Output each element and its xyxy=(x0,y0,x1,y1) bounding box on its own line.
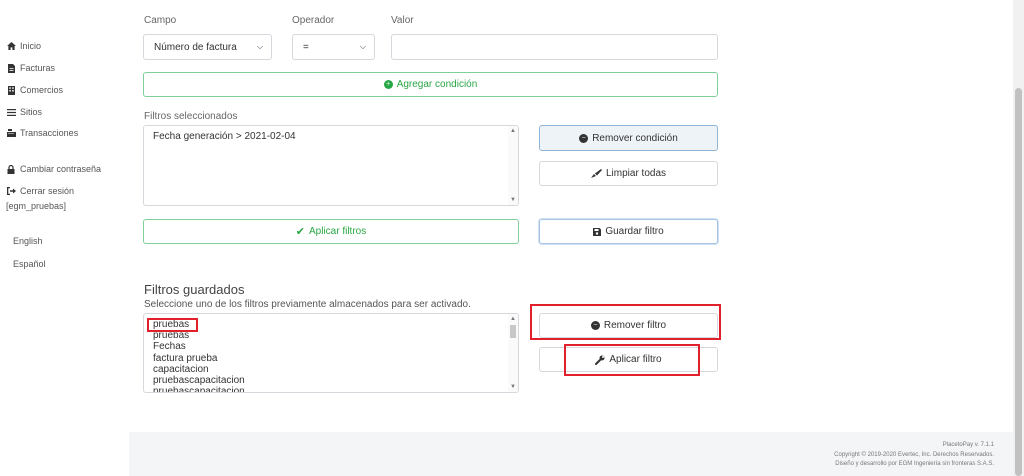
scroll-up-arrow-icon[interactable]: ▲ xyxy=(510,316,516,322)
operator-select[interactable]: = ⌵ xyxy=(292,34,375,60)
plus-circle-icon: + xyxy=(383,80,393,89)
sidebar-item-transacciones[interactable]: Transacciones xyxy=(6,128,78,138)
sidebar-item-cambiar-contrasena[interactable]: Cambiar contraseña xyxy=(6,164,101,174)
sidebar: Inicio Facturas Comercios Sitios Transac… xyxy=(0,0,129,476)
scroll-down-arrow-icon[interactable]: ▼ xyxy=(510,384,516,390)
saved-filters-description: Seleccione uno de los filtros previament… xyxy=(144,299,471,310)
page-scrollbar[interactable] xyxy=(1013,0,1024,476)
list-item[interactable]: Fecha generación > 2021-02-04 xyxy=(144,126,518,142)
field-select[interactable]: Número de factura ⌵ xyxy=(143,34,272,60)
sidebar-item-label: Sitios xyxy=(20,107,43,117)
operator-label: Operador xyxy=(292,15,335,26)
value-label: Valor xyxy=(391,15,414,26)
highlight-box-apply-filter xyxy=(564,344,700,376)
lock-icon xyxy=(6,164,16,174)
save-filter-button[interactable]: Guardar filtro xyxy=(539,219,718,244)
home-icon xyxy=(6,42,16,50)
sidebar-item-label: Comercios xyxy=(20,85,64,95)
list-item[interactable]: pruebascapacitacion xyxy=(144,375,518,386)
operator-select-value: = xyxy=(303,41,309,53)
language-english-link[interactable]: English xyxy=(13,236,43,246)
scroll-thumb[interactable] xyxy=(510,325,516,338)
sidebar-item-label: Facturas xyxy=(20,63,56,73)
chevron-down-icon: ⌵ xyxy=(359,42,366,51)
chevron-down-icon: ⌵ xyxy=(256,42,263,51)
sidebar-item-label: Transacciones xyxy=(20,128,79,138)
list-item[interactable]: pruebas xyxy=(144,330,518,341)
field-label: Campo xyxy=(144,15,177,26)
cash-register-icon xyxy=(6,129,16,137)
list-item[interactable]: pruebascapacitacion xyxy=(144,386,518,392)
field-select-value: Número de factura xyxy=(154,41,237,53)
sidebar-item-label: Cambiar contraseña xyxy=(20,164,102,174)
sidebar-item-label: Cerrar sesión xyxy=(20,186,75,196)
building-icon xyxy=(6,85,16,95)
clear-all-button[interactable]: Limpiar todas xyxy=(539,161,718,186)
list-item[interactable]: capacitacion xyxy=(144,364,518,375)
listbox-scrollbar[interactable]: ▲ ▼ xyxy=(508,126,518,205)
list-icon xyxy=(6,108,16,116)
remove-condition-button[interactable]: − Remover condición xyxy=(539,125,718,151)
scroll-up-arrow-icon[interactable]: ▲ xyxy=(510,128,516,134)
minus-circle-icon: − xyxy=(579,133,589,143)
footer: PlacetoPay v. 7.1.1 Copyright © 2019-202… xyxy=(834,441,994,470)
sign-out-icon xyxy=(6,187,16,195)
save-icon xyxy=(593,227,602,236)
value-input[interactable] xyxy=(391,34,718,60)
selected-filters-listbox[interactable]: Fecha generación > 2021-02-04 ▲ ▼ xyxy=(143,125,519,206)
list-item[interactable]: pruebas xyxy=(144,319,518,330)
listbox-scrollbar[interactable]: ▲ ▼ xyxy=(508,314,518,392)
footer-version: PlacetoPay v. 7.1.1 xyxy=(942,442,994,448)
language-espanol-link[interactable]: Español xyxy=(13,259,46,269)
check-icon: ✔ xyxy=(295,226,305,238)
file-icon xyxy=(6,63,16,73)
footer-copyright: Copyright © 2019-2020 Evertec, Inc. Dere… xyxy=(834,451,994,458)
username-label: [egm_pruebas] xyxy=(6,201,67,211)
sidebar-item-label: Inicio xyxy=(20,41,42,51)
footer-credits: Diseño y desarrollo por EGM Ingeniería s… xyxy=(835,461,994,467)
eraser-brush-icon xyxy=(590,169,602,178)
highlight-box-first-item xyxy=(147,318,198,332)
scroll-down-arrow-icon[interactable]: ▼ xyxy=(510,197,516,203)
sidebar-item-cerrar-sesion[interactable]: Cerrar sesión xyxy=(6,186,74,196)
page-scroll-thumb[interactable] xyxy=(1015,88,1022,476)
highlight-box-remove-filter xyxy=(530,304,721,340)
saved-filters-title: Filtros guardados xyxy=(144,282,245,297)
apply-filters-button[interactable]: ✔ Aplicar filtros xyxy=(143,219,519,244)
sidebar-item-inicio[interactable]: Inicio xyxy=(6,41,41,51)
saved-filters-listbox[interactable]: pruebas pruebas Fechas factura prueba ca… xyxy=(143,313,519,393)
list-item[interactable]: factura prueba xyxy=(144,353,518,364)
sidebar-item-comercios[interactable]: Comercios xyxy=(6,85,63,95)
sidebar-item-facturas[interactable]: Facturas xyxy=(6,63,55,73)
list-item[interactable]: Fechas xyxy=(144,341,518,352)
sidebar-item-sitios[interactable]: Sitios xyxy=(6,107,42,117)
add-condition-button[interactable]: + Agregar condición xyxy=(143,72,718,97)
selected-filters-label: Filtros seleccionados xyxy=(144,111,238,122)
